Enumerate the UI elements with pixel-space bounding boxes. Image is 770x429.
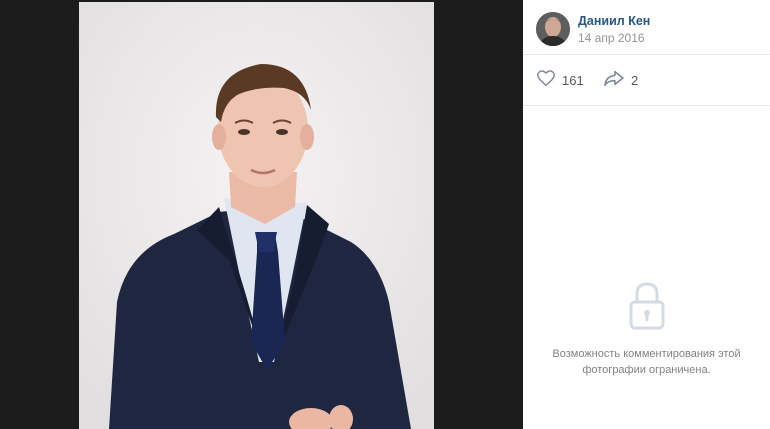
comments-locked: [523, 280, 770, 335]
side-panel: Даниил Кен 14 апр 2016 161 2 Возможность…: [523, 0, 770, 429]
shares-count: 2: [631, 72, 639, 88]
comments-restricted-notice: Возможность комментирования этой фотогра…: [552, 348, 741, 376]
heart-icon: [536, 69, 556, 92]
post-date[interactable]: 14 апр 2016: [578, 31, 645, 45]
lock-icon: [627, 282, 667, 334]
post-actions: 161 2: [523, 55, 770, 106]
author-name-link[interactable]: Даниил Кен: [578, 14, 650, 28]
share-button[interactable]: 2: [603, 69, 638, 91]
likes-count: 161: [562, 72, 584, 88]
share-arrow-icon: [603, 69, 625, 92]
like-button[interactable]: 161: [536, 69, 584, 91]
post-header: Даниил Кен 14 апр 2016: [523, 0, 770, 55]
main-photo[interactable]: [79, 2, 434, 429]
avatar[interactable]: [536, 12, 570, 46]
photo-viewer: [0, 0, 523, 429]
